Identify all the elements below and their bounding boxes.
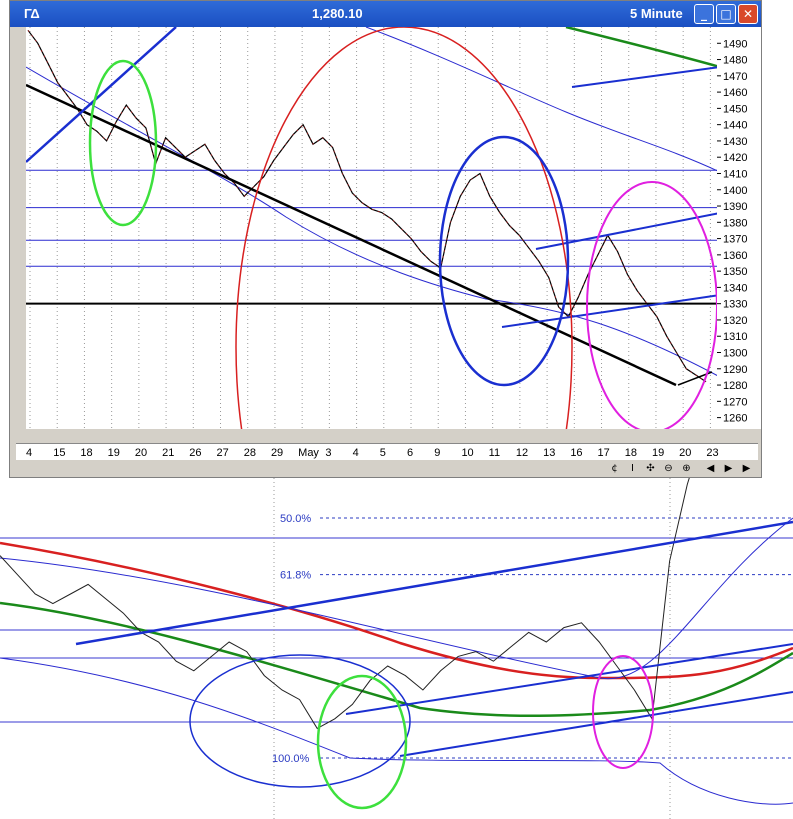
y-tick-label: 1330: [723, 299, 747, 311]
x-tick-label: 20: [679, 447, 691, 459]
plot-background: [26, 27, 720, 429]
x-tick-label: 19: [652, 447, 664, 459]
comparison-price-line: [0, 478, 690, 730]
x-tick-label: 4: [353, 447, 359, 459]
x-tick-label: 21: [162, 447, 174, 459]
price-axis: 1490 1480 1470 1460 1450 1440 1430 1420 1410 1400…: [717, 27, 761, 429]
x-tick-label: 20: [135, 447, 147, 459]
x-tick-label: 11: [489, 447, 500, 459]
y-tick-label: 1370: [723, 234, 747, 246]
y-tick-label: 1280: [723, 380, 747, 392]
y-tick-label: 1390: [723, 201, 747, 213]
scrollbar-end-icon[interactable]: ▶: [740, 462, 753, 475]
y-tick-label: 1290: [723, 364, 747, 376]
x-tick-label: 5: [380, 447, 386, 459]
x-tick-label: 15: [53, 447, 65, 459]
x-tick-label: 9: [434, 447, 440, 459]
y-tick-label: 1320: [723, 315, 747, 327]
lower-comparison-chart: 50.0% 61.8% 100.0%: [0, 478, 793, 819]
fib-level-label: 61.8%: [280, 570, 311, 582]
fib-level-label: 100.0%: [272, 753, 310, 765]
symbol-label: ΓΔ: [24, 6, 40, 21]
interval-label: 5 Minute: [630, 6, 683, 21]
y-tick-label: 1460: [723, 87, 747, 99]
y-tick-label: 1340: [723, 282, 747, 294]
zoom-out-icon[interactable]: ⊖: [662, 462, 675, 475]
x-tick-label: 28: [244, 447, 256, 459]
x-tick-label: 18: [625, 447, 637, 459]
x-tick-label: 4: [26, 447, 32, 459]
upper-price-chart: [26, 27, 720, 429]
scroll-right-icon[interactable]: ▶: [722, 462, 735, 475]
crosshair-icon[interactable]: ✣: [644, 462, 657, 475]
x-tick-label: May: [298, 447, 319, 459]
y-tick-label: 1490: [723, 38, 747, 50]
green-ellipse: [316, 674, 408, 810]
blue-channel-top: [75, 520, 793, 646]
x-tick-label: 26: [189, 447, 201, 459]
y-tick-label: 1470: [723, 71, 747, 83]
y-tick-label: 1440: [723, 120, 747, 132]
y-tick-label: 1310: [723, 331, 747, 343]
date-axis: 4 15 18 19 20 21 26 27 28 29 May 3 4 5 6 9 10 11 12 13 16 17 1…: [16, 443, 758, 460]
y-tick-label: 1410: [723, 168, 747, 180]
x-tick-label: 29: [271, 447, 283, 459]
x-tick-label: 19: [108, 447, 120, 459]
y-tick-label: 1300: [723, 348, 747, 360]
y-tick-label: 1260: [723, 413, 747, 425]
chart-toolbar: ¢ I ✣ ⊖ ⊕ ◀ ▶ ▶: [590, 461, 760, 477]
chart-window: ΓΔ 1,280.10 5 Minute _ □ ✕ 1490 1480 1470 1…: [9, 0, 762, 478]
x-tick-label: 12: [516, 447, 528, 459]
blue-channel-lower: [399, 691, 793, 757]
x-tick-label: 6: [407, 447, 413, 459]
last-price: 1,280.10: [312, 6, 363, 21]
x-tick-label: 17: [598, 447, 610, 459]
y-tick-label: 1480: [723, 55, 747, 67]
y-tick-label: 1350: [723, 266, 747, 278]
x-tick-label: 18: [80, 447, 92, 459]
close-icon[interactable]: ✕: [738, 4, 758, 24]
y-tick-label: 1380: [723, 217, 747, 229]
fib-level-label: 50.0%: [280, 513, 311, 525]
y-tick-label: 1420: [723, 152, 747, 164]
maximize-icon[interactable]: □: [716, 4, 736, 24]
cursor-icon[interactable]: I: [626, 462, 639, 475]
title-bar[interactable]: ΓΔ 1,280.10 5 Minute _ □ ✕: [10, 1, 761, 27]
reset-icon[interactable]: ¢: [608, 462, 621, 475]
x-tick-label: 16: [570, 447, 582, 459]
x-tick-label: 13: [543, 447, 555, 459]
y-tick-label: 1400: [723, 185, 747, 197]
minimize-icon[interactable]: _: [694, 4, 714, 24]
scroll-left-icon[interactable]: ◀: [704, 462, 717, 475]
y-tick-label: 1430: [723, 136, 747, 148]
y-tick-label: 1450: [723, 103, 747, 115]
x-tick-label: 27: [217, 447, 229, 459]
x-tick-label: 3: [325, 447, 331, 459]
y-tick-label: 1360: [723, 250, 747, 262]
y-tick-label: 1270: [723, 396, 747, 408]
zoom-in-icon[interactable]: ⊕: [680, 462, 693, 475]
x-tick-label: 10: [461, 447, 473, 459]
x-tick-label: 23: [706, 447, 718, 459]
